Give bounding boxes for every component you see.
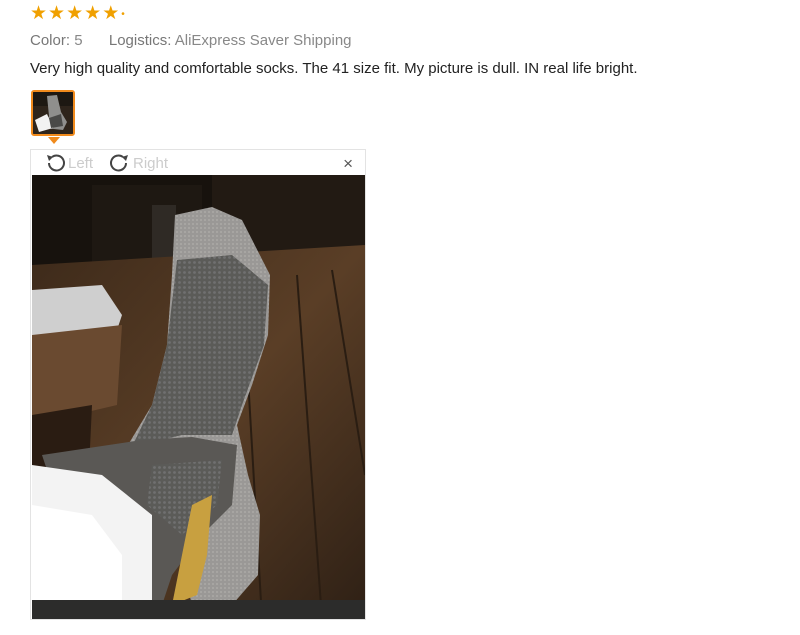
close-icon[interactable]: × [343,155,353,172]
photo-viewer: Left Right × [30,149,366,620]
rotate-right-label: Right [133,154,169,172]
sock-photo [32,175,365,619]
review-text: Very high quality and comfortable socks.… [30,60,638,77]
star-icon: ★ [102,3,120,24]
logistics-label: Logistics: [108,32,172,49]
review-meta: Color: 5 Logistics: AliExpress Saver Shi… [30,32,352,49]
rotate-left-button[interactable]: Left [43,152,93,174]
color-label: Color: [30,32,71,49]
rotate-left-icon [47,154,65,172]
thumbnail-image [33,92,73,134]
viewer-toolbar: Left Right × [31,150,365,175]
color-value: 5 [74,32,83,49]
review-photo-thumbnail[interactable] [31,90,75,136]
star-rating: ★ ★ ★ ★ ★ • [30,4,125,24]
star-icon: ★ [48,3,66,24]
star-icon: ★ [66,3,84,24]
rotate-right-icon [110,154,128,172]
star-icon: ★ [84,3,102,24]
rotate-left-label: Left [68,154,94,172]
review-photo [32,175,365,619]
star-icon: ★ [30,3,48,24]
star-dot-icon: • [121,8,125,20]
rotate-right-button[interactable]: Right [108,152,168,174]
thumbnail-pointer [48,137,60,144]
logistics-value: AliExpress Saver Shipping [174,32,352,49]
